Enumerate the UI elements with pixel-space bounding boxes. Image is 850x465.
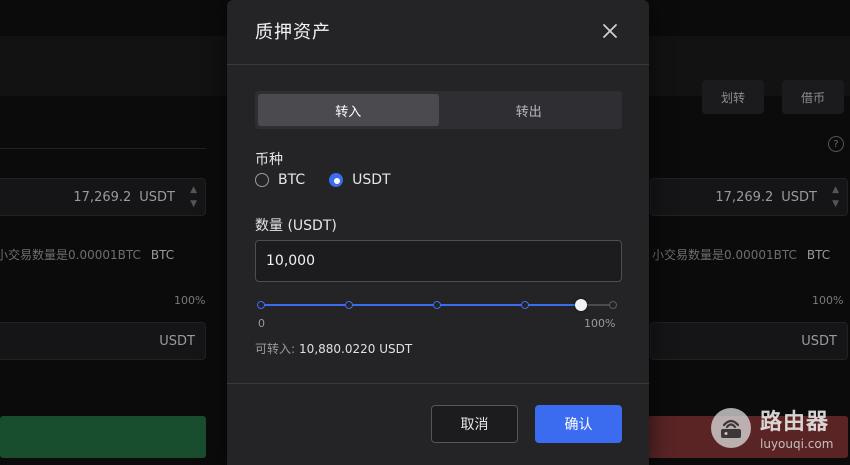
min-trade-hint-right: 小交易数量是0.00001BTC BTC	[652, 246, 830, 263]
stepper-icon[interactable]: ▲ ▼	[190, 183, 197, 211]
price-unit: USDT	[139, 189, 175, 205]
slider-stop-25[interactable]	[345, 301, 353, 309]
watermark-domain: luyouqi.com	[760, 437, 834, 451]
price-field-left[interactable]: 17,269.2 USDT ▲ ▼	[0, 178, 206, 216]
cancel-button[interactable]: 取消	[431, 405, 518, 443]
available-label: 可转入:	[255, 342, 296, 356]
amount-input[interactable]	[255, 240, 622, 282]
min-trade-hint-left: 小交易数量是0.00001BTC BTC	[0, 246, 174, 263]
coin-label: 币种	[255, 152, 283, 168]
close-icon	[603, 24, 617, 38]
stepper-icon[interactable]: ▲ ▼	[832, 183, 839, 211]
min-trade-text: 小交易数量是0.00001BTC	[652, 248, 797, 262]
slider-stop-0[interactable]	[257, 301, 265, 309]
pledge-asset-modal: 质押资产 转入 转出 币种 BTC USDT 数量 (USDT) 0 10	[227, 0, 649, 465]
watermark-name: 路由器	[760, 410, 830, 435]
modal-header: 质押资产	[227, 0, 649, 65]
price-unit: USDT	[781, 189, 817, 205]
footer-divider	[227, 383, 649, 384]
coin-radio-label: BTC	[278, 172, 306, 188]
price-value: 17,269.2	[715, 189, 774, 205]
percent-label-right: 100%	[812, 294, 844, 307]
slider-stop-50[interactable]	[433, 301, 441, 309]
borrow-tab[interactable]: 借币	[782, 80, 844, 114]
available-amount: 可转入: 10,880.0220 USDT	[255, 340, 412, 357]
coin-radio-btc[interactable]: BTC	[255, 172, 305, 188]
amount-unit: USDT	[801, 333, 837, 349]
amount-slider[interactable]	[257, 298, 617, 312]
amount-field-right[interactable]: USDT	[650, 322, 848, 360]
tab-transfer-in[interactable]: 转入	[258, 94, 439, 126]
slider-min-label: 0	[258, 317, 265, 330]
slider-fill	[261, 304, 582, 306]
amount-field-left[interactable]: USDT	[0, 322, 206, 360]
available-value: 10,880.0220 USDT	[299, 342, 413, 356]
tab-transfer-out[interactable]: 转出	[439, 94, 620, 126]
price-field-right[interactable]: 17,269.2 USDT ▲ ▼	[650, 178, 848, 216]
coin-radio-label: USDT	[352, 172, 391, 188]
confirm-button[interactable]: 确认	[535, 405, 622, 443]
slider-max-label: 100%	[584, 317, 616, 330]
min-trade-unit: BTC	[806, 248, 831, 262]
radio-unchecked-icon	[255, 173, 269, 187]
transfer-tab[interactable]: 划转	[702, 80, 764, 114]
close-button[interactable]	[599, 20, 621, 42]
percent-label-left: 100%	[174, 294, 206, 307]
divider	[0, 148, 206, 149]
radio-checked-icon	[329, 173, 344, 187]
modal-title: 质押资产	[255, 22, 331, 43]
watermark-text: 路由器 luyouqi.com	[760, 404, 833, 451]
slider-stop-75[interactable]	[521, 301, 529, 309]
help-icon[interactable]: ?	[828, 136, 844, 152]
watermark: 路由器 luyouqi.com	[710, 404, 833, 451]
slider-stop-100[interactable]	[609, 301, 617, 309]
min-trade-text: 小交易数量是0.00001BTC	[0, 248, 141, 262]
amount-unit: USDT	[159, 333, 195, 349]
price-value: 17,269.2	[73, 189, 132, 205]
amount-label: 数量 (USDT)	[255, 218, 337, 234]
transfer-direction-toggle: 转入 转出	[255, 91, 622, 129]
router-logo-icon	[711, 407, 751, 448]
coin-radio-group: BTC USDT	[255, 172, 391, 188]
min-trade-unit: BTC	[150, 248, 175, 262]
buy-button[interactable]	[0, 416, 206, 458]
coin-radio-usdt[interactable]: USDT	[329, 172, 391, 188]
slider-thumb[interactable]	[575, 299, 588, 311]
